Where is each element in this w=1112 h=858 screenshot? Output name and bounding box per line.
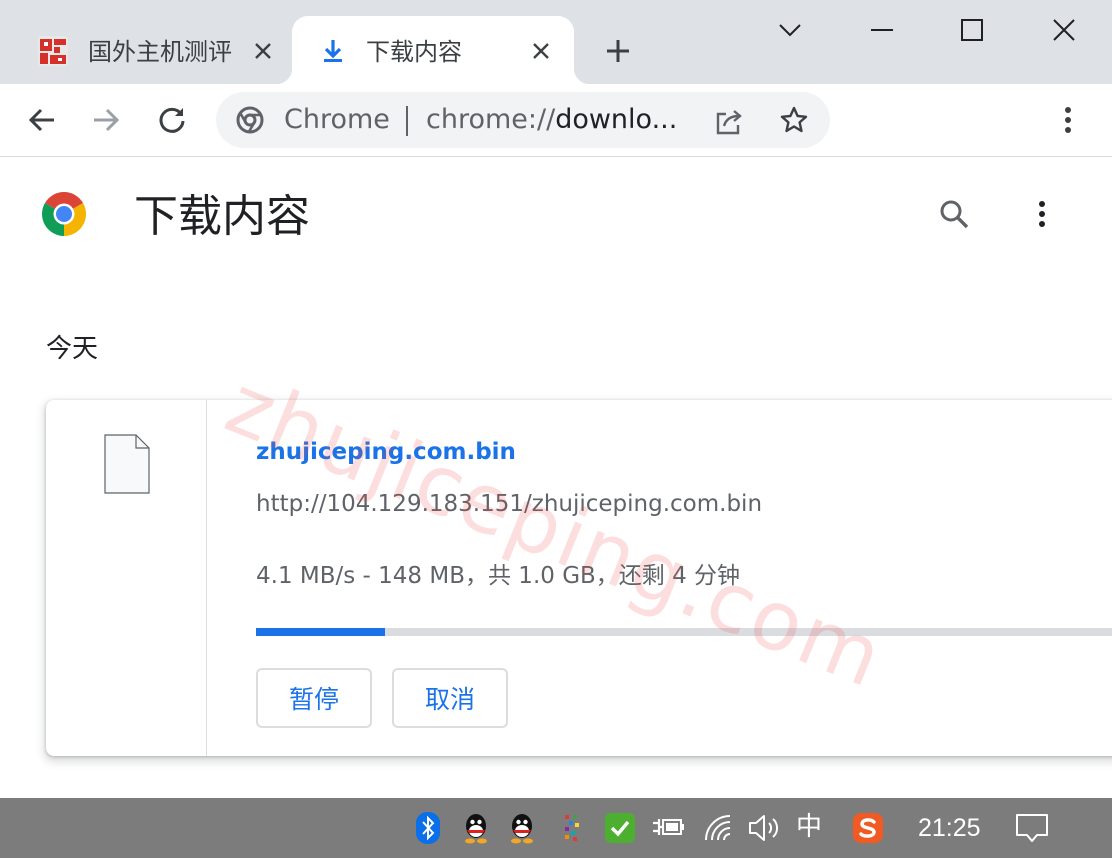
omnibox-origin-label: Chrome	[284, 104, 390, 135]
tab-downloads[interactable]: 下载内容	[276, 16, 590, 84]
url-scheme: chrome://	[426, 104, 556, 135]
color-grid-app-icon[interactable]	[554, 810, 590, 846]
power-plug-icon[interactable]	[650, 810, 686, 846]
cancel-button[interactable]: 取消	[392, 668, 508, 728]
taskbar: 中 21:25	[0, 798, 1112, 858]
bookmark-star-icon[interactable]	[776, 102, 812, 138]
site-favicon-icon	[36, 34, 70, 68]
download-icon	[316, 34, 350, 68]
share-icon[interactable]	[712, 104, 746, 138]
browser-toolbar: Chrome chrome://downlo...	[0, 84, 1112, 157]
search-icon[interactable]	[934, 194, 974, 234]
minimize-icon[interactable]	[860, 10, 904, 50]
notification-icon[interactable]	[1014, 810, 1050, 846]
browser-menu-kebab-icon[interactable]	[1048, 100, 1088, 140]
back-arrow-icon[interactable]	[22, 100, 62, 140]
page-title: 下载内容	[134, 191, 310, 242]
tab-search-chevron-down-icon[interactable]	[768, 10, 812, 50]
url-path: downlo...	[555, 104, 678, 135]
file-source-url[interactable]: http://104.129.183.151/zhujiceping.com.b…	[256, 488, 762, 520]
tab-title: 国外主机测评	[88, 38, 232, 66]
tab-title: 下载内容	[366, 38, 462, 66]
tab-close-icon[interactable]	[246, 34, 280, 68]
pause-button[interactable]: 暂停	[256, 668, 372, 728]
file-name-link[interactable]: zhujiceping.com.bin	[256, 436, 516, 468]
taskbar-clock[interactable]: 21:25	[918, 812, 981, 844]
file-icon-column	[46, 400, 207, 756]
input-method-indicator[interactable]: 中	[796, 810, 822, 844]
qq-icon[interactable]	[458, 810, 494, 846]
security-check-icon[interactable]	[602, 810, 638, 846]
download-progress-fill	[256, 628, 385, 636]
maximize-icon[interactable]	[950, 10, 994, 50]
tab-close-icon[interactable]	[524, 34, 558, 68]
download-progress-bar	[256, 628, 1112, 636]
download-status: 4.1 MB/s - 148 MB，共 1.0 GB，还剩 4 分钟	[256, 563, 741, 589]
bluetooth-icon[interactable]	[410, 810, 446, 846]
tab-site[interactable]: 国外主机测评	[0, 16, 292, 84]
window-close-icon[interactable]	[1042, 10, 1086, 50]
download-item-card: zhujiceping.com.bin http://104.129.183.1…	[46, 400, 1112, 756]
omnibox-divider	[406, 106, 408, 136]
reload-icon[interactable]	[152, 100, 192, 140]
file-icon	[104, 434, 150, 494]
qq-icon[interactable]	[504, 810, 540, 846]
new-tab-plus-icon[interactable]	[598, 34, 638, 68]
chrome-logo-icon	[40, 190, 88, 238]
omnibox-url[interactable]: chrome://downlo...	[426, 104, 677, 136]
chrome-logo-icon	[236, 106, 264, 134]
tab-strip: 国外主机测评 下载内容	[0, 0, 1112, 84]
forward-arrow-icon[interactable]	[86, 100, 126, 140]
omnibox[interactable]: Chrome chrome://downlo...	[216, 92, 830, 148]
sogou-input-icon[interactable]	[850, 810, 886, 846]
wifi-icon[interactable]	[700, 810, 736, 846]
volume-icon[interactable]	[746, 810, 782, 846]
date-header: 今天	[46, 334, 99, 364]
page-menu-kebab-icon[interactable]	[1022, 194, 1062, 234]
